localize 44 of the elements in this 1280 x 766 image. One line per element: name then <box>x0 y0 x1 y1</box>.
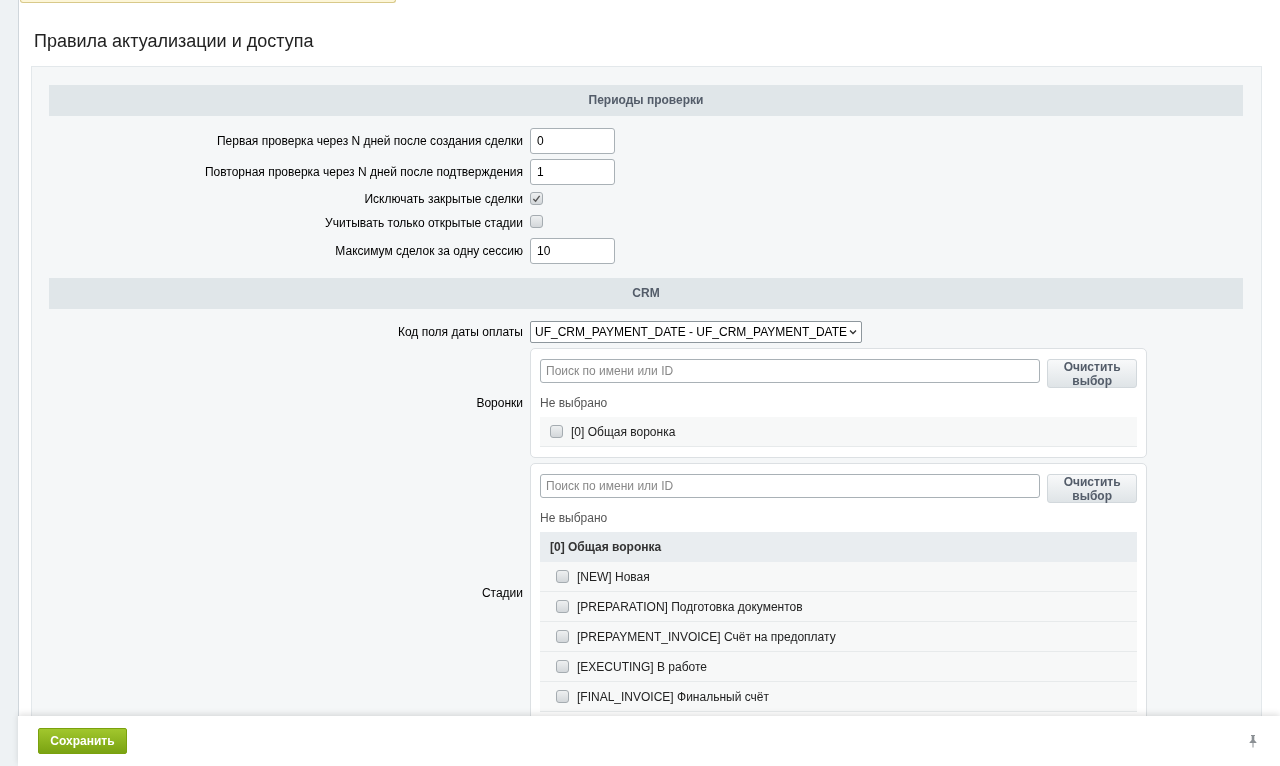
search-field[interactable]: Поиск по имени или ID <box>540 474 1041 498</box>
option-label: [PREPARATION] Подготовка документов <box>577 599 803 614</box>
section-header: Периоды проверки <box>49 85 1243 116</box>
checkbox[interactable] <box>556 600 569 613</box>
option-row[interactable]: [PREPARATION] Подготовка документов <box>540 592 1137 622</box>
clear-button[interactable]: Очистить выбор <box>1047 359 1137 388</box>
checkbox[interactable] <box>550 425 563 438</box>
checkbox[interactable] <box>556 570 569 583</box>
selection-status: Не выбрано <box>540 511 609 525</box>
option-label: [FINAL_INVOICE] Финальный счёт <box>577 689 769 704</box>
text-field[interactable]: 1 <box>530 159 615 185</box>
selection-status: Не выбрано <box>540 396 609 410</box>
option-row[interactable]: [EXECUTING] В работе <box>540 652 1137 682</box>
option-label: [0] Общая воронка <box>571 424 676 439</box>
field-label: Воронки <box>475 396 523 410</box>
field-label: Повторная проверка через N дней после подтверждения <box>203 165 523 179</box>
clear-button[interactable]: Очистить выбор <box>1047 474 1137 503</box>
option-label: [EXECUTING] В работе <box>577 659 707 674</box>
checkbox[interactable] <box>530 192 543 205</box>
field-label: Учитывать только открытые стадии <box>324 216 523 230</box>
checkbox[interactable] <box>530 215 543 228</box>
select-dropdown[interactable]: UF_CRM_PAYMENT_DATE - UF_CRM_PAYMENT_DATE <box>530 321 862 343</box>
option-row[interactable]: [PREPAYMENT_INVOICE] Счёт на предоплату <box>540 622 1137 652</box>
option-row[interactable]: [FINAL_INVOICE] Финальный счёт <box>540 682 1137 712</box>
option-label: [NEW] Новая <box>577 569 650 584</box>
section-header: CRM <box>49 278 1243 309</box>
field-label: Первая проверка через N дней после создания сделки <box>215 134 523 148</box>
field-label: Максимум сделок за одну сессию <box>334 244 523 258</box>
page-title: Правила актуализации и доступа <box>34 31 315 52</box>
group-header: [0] Общая воронка <box>540 532 1137 562</box>
caret-icon <box>849 329 857 335</box>
field-label: Исключать закрытые сделки <box>363 192 523 206</box>
checkbox[interactable] <box>556 690 569 703</box>
option-label: [PREPAYMENT_INVOICE] Счёт на предоплату <box>577 629 836 644</box>
field-label: Стадии <box>480 586 523 600</box>
option-row[interactable]: [0] Общая воронка <box>540 417 1137 447</box>
search-field[interactable]: Поиск по имени или ID <box>540 359 1041 383</box>
text-field[interactable]: 0 <box>530 128 615 154</box>
checkbox[interactable] <box>556 630 569 643</box>
pin-icon[interactable] <box>1248 734 1258 748</box>
text-field[interactable]: 10 <box>530 238 615 264</box>
checkbox[interactable] <box>556 660 569 673</box>
option-row[interactable]: [NEW] Новая <box>540 562 1137 592</box>
field-label: Код поля даты оплаты <box>396 325 523 339</box>
